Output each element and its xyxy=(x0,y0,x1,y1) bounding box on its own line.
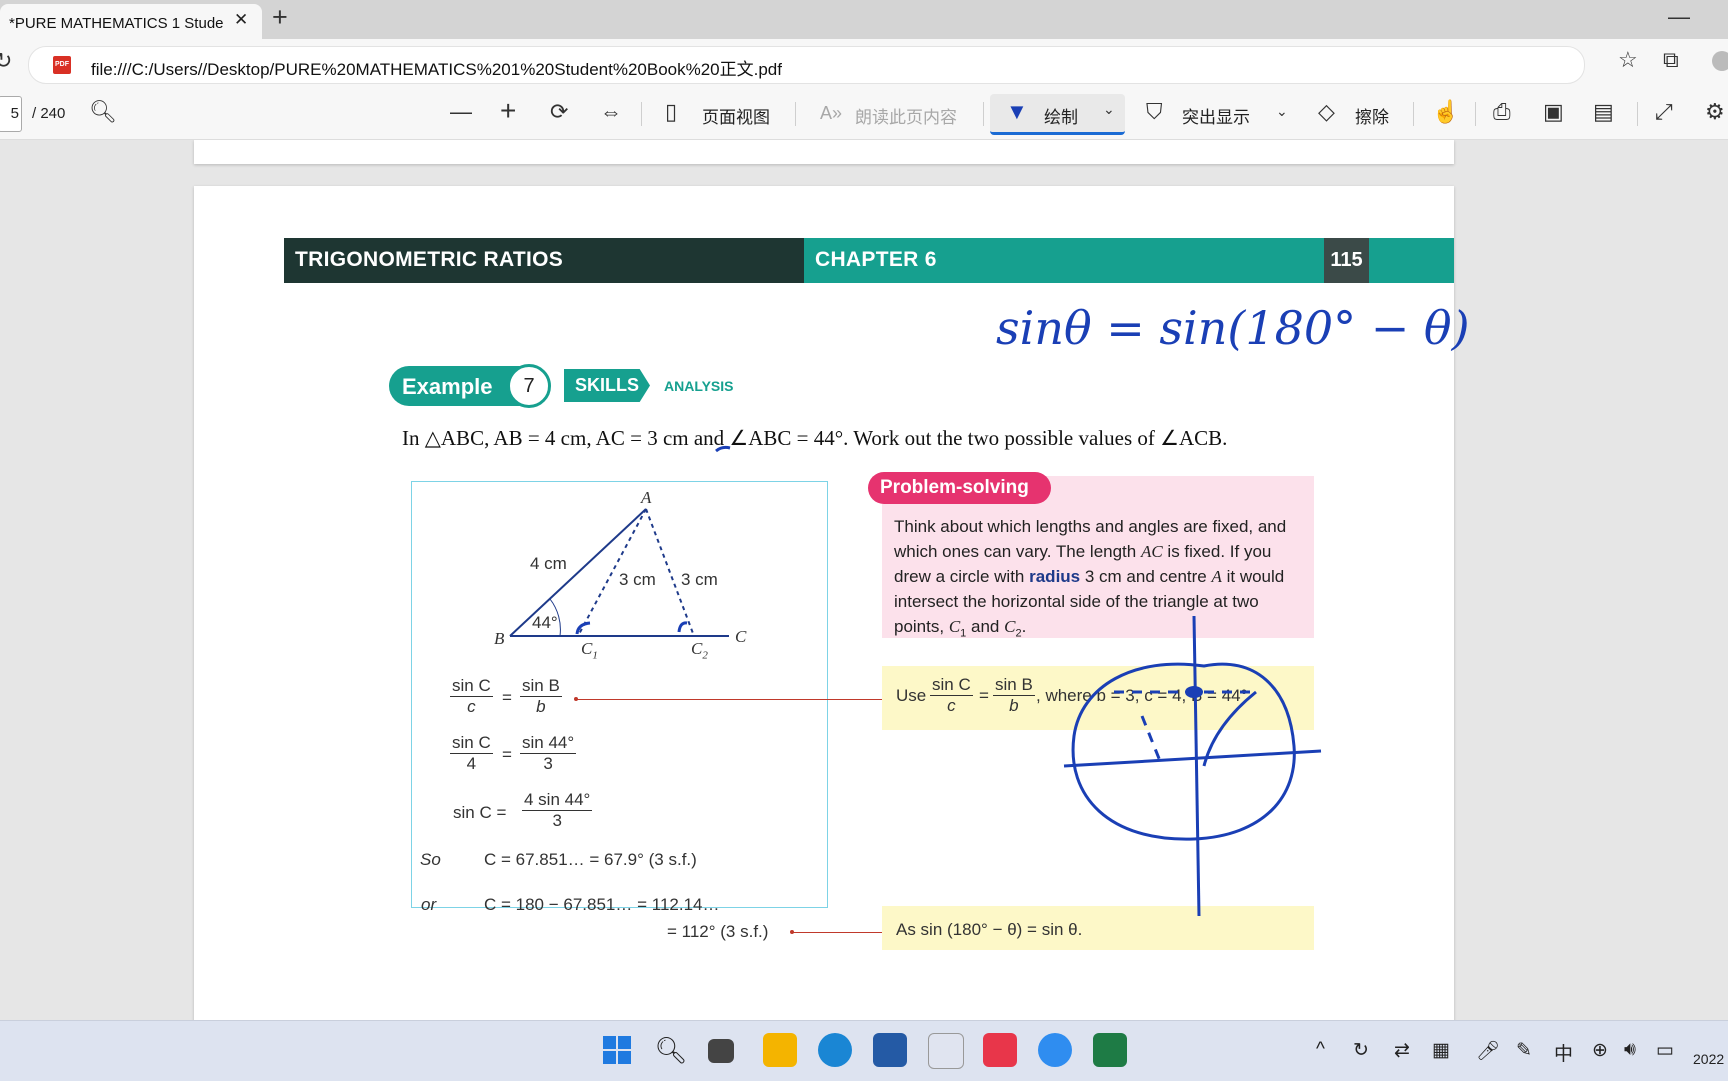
pen-icon[interactable]: ✎ xyxy=(1516,1039,1532,1062)
edge-browser-icon[interactable] xyxy=(818,1033,852,1067)
app-tray-icon[interactable]: ▦ xyxy=(1432,1039,1450,1062)
browser-tab[interactable]: *PURE MATHEMATICS 1 Student Book 正文.pdf … xyxy=(0,4,262,39)
microphone-icon[interactable]: 🎤︎ xyxy=(1476,1039,1500,1063)
reload-icon[interactable]: ↻ xyxy=(0,48,12,74)
pdf-file-icon: PDF xyxy=(53,56,71,74)
task-view-icon[interactable] xyxy=(708,1039,734,1063)
close-icon[interactable]: ✕ xyxy=(234,10,248,30)
page-view-button[interactable]: 页面视图 xyxy=(702,103,770,128)
url-input[interactable]: PDF file:///C:/Users//Desktop/PURE%20MAT… xyxy=(28,46,1585,84)
toolbar-divider xyxy=(1637,102,1638,126)
pdf-toolbar: 5 / 240 🔍︎ — + ⟳ ⇔ ▯ 页面视图 A» 朗读此页内容 ▼ 绘制… xyxy=(0,89,1728,140)
minimize-button[interactable]: — xyxy=(1668,4,1690,30)
taskbar: 🔍︎ ^ ↻ ⇄ ▦ 🎤︎ ✎ 中 ⊕ 🔊︎ ▭ 2022 xyxy=(0,1020,1728,1081)
store-icon[interactable] xyxy=(873,1033,907,1067)
network-icon[interactable]: ⊕ xyxy=(1592,1039,1608,1062)
toolbar-divider xyxy=(983,102,984,126)
pen-circle xyxy=(1071,662,1296,841)
new-tab-button[interactable]: + xyxy=(272,2,288,33)
cloud-app-icon[interactable] xyxy=(1038,1033,1072,1067)
sync-icon[interactable]: ↻ xyxy=(1353,1039,1369,1062)
previous-page xyxy=(194,140,1454,164)
toolbar-divider xyxy=(641,102,642,126)
huawei-app-icon[interactable] xyxy=(983,1033,1017,1067)
volume-icon[interactable]: 🔊︎ xyxy=(1624,1039,1636,1061)
touch-icon[interactable]: ☝ xyxy=(1432,99,1459,125)
pdf-page: TRIGONOMETRIC RATIOS CHAPTER 6 115 Examp… xyxy=(194,186,1470,1020)
pen-drawing xyxy=(715,445,1322,917)
toolbar-divider xyxy=(795,102,796,126)
favorites-star-icon[interactable]: ☆ xyxy=(1618,47,1638,73)
pen-underline xyxy=(715,445,731,453)
windows-logo-icon xyxy=(603,1036,631,1064)
zoom-in-icon[interactable]: + xyxy=(500,95,516,127)
chevron-down-icon[interactable]: ⌄ xyxy=(1276,103,1288,120)
erase-button[interactable]: 擦除 xyxy=(1355,103,1389,128)
pen-y-axis xyxy=(1192,615,1201,917)
highlight-button[interactable]: 突出显示 xyxy=(1182,103,1250,128)
pen-point xyxy=(1185,686,1203,698)
collections-icon[interactable]: ⧉ xyxy=(1663,47,1679,73)
pen-radius-dashed xyxy=(1140,715,1164,767)
controls-icon[interactable]: ⇄ xyxy=(1394,1039,1410,1062)
fullscreen-icon[interactable]: ⤢ xyxy=(1655,99,1673,125)
windows-start-button[interactable] xyxy=(600,1033,634,1067)
save-as-icon[interactable]: ▤ xyxy=(1593,99,1614,125)
url-text: file:///C:/Users//Desktop/PURE%20MATHEMA… xyxy=(91,60,782,79)
page-total: / 240 xyxy=(32,105,66,122)
print-icon[interactable]: ⎙ xyxy=(1493,99,1511,125)
clock[interactable]: 2022 xyxy=(1693,1051,1724,1067)
address-bar: ↻ PDF file:///C:/Users//Desktop/PURE%20M… xyxy=(0,39,1728,89)
tab-bar: *PURE MATHEMATICS 1 Student Book 正文.pdf … xyxy=(0,0,1728,39)
app-icon[interactable] xyxy=(928,1033,964,1069)
draw-label: 绘制 xyxy=(1044,108,1078,127)
eraser-icon[interactable]: ◇ xyxy=(1318,99,1335,125)
page-number-input[interactable]: 5 xyxy=(0,96,22,132)
toolbar-divider xyxy=(1475,102,1476,126)
draw-pen-icon: ▼ xyxy=(1006,99,1028,124)
zoom-out-icon[interactable]: — xyxy=(450,99,472,125)
settings-gear-icon[interactable]: ⚙ xyxy=(1705,99,1725,125)
pen-x-axis xyxy=(1063,749,1322,768)
search-icon[interactable]: 🔍︎ xyxy=(654,1033,688,1067)
file-explorer-icon[interactable] xyxy=(763,1033,797,1067)
search-icon[interactable]: 🔍︎ xyxy=(89,99,117,125)
excel-icon[interactable] xyxy=(1093,1033,1127,1067)
ime-indicator[interactable]: 中 xyxy=(1554,1039,1573,1066)
rotate-icon[interactable]: ⟳ xyxy=(550,99,568,125)
read-aloud-button[interactable]: 朗读此页内容 xyxy=(855,103,957,128)
profile-avatar[interactable] xyxy=(1712,51,1728,71)
save-icon[interactable]: ▣ xyxy=(1543,99,1564,125)
chevron-up-icon[interactable]: ^ xyxy=(1316,1039,1325,1061)
read-aloud-icon[interactable]: A» xyxy=(820,103,842,124)
fit-width-icon[interactable]: ⇔ xyxy=(600,99,622,125)
draw-button[interactable]: ▼ 绘制 ⌄ xyxy=(990,94,1125,135)
battery-icon[interactable]: ▭ xyxy=(1656,1039,1674,1062)
chevron-down-icon[interactable]: ⌄ xyxy=(1103,101,1115,118)
toolbar-divider xyxy=(1413,102,1414,126)
pdf-viewer[interactable]: TRIGONOMETRIC RATIOS CHAPTER 6 115 Examp… xyxy=(0,140,1728,1020)
page-view-icon[interactable]: ▯ xyxy=(665,99,677,125)
tab-title: *PURE MATHEMATICS 1 Student Book 正文.pdf xyxy=(9,15,224,32)
highlighter-icon[interactable]: ⛉ xyxy=(1146,99,1163,125)
